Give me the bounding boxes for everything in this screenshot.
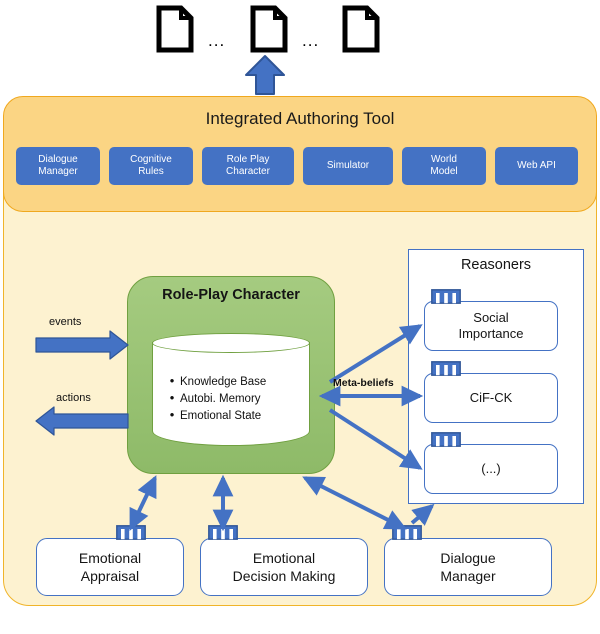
reasoner-box-other[interactable]: (...) (424, 444, 558, 494)
reasoner-box-cif-ck[interactable]: CiF-CK (424, 373, 558, 423)
reasoners-title: Reasoners (460, 257, 532, 273)
plug-connector-icon (208, 525, 238, 540)
integrated-authoring-tool-panel: Integrated Authoring Tool Dialogue Manag… (3, 96, 597, 212)
knowledge-item-label: Autobi. Memory (180, 393, 261, 405)
list-item: • Autobi. Memory (164, 390, 308, 407)
module-box-dialogue-manager[interactable]: Dialogue Manager (384, 538, 552, 596)
module-box-emotional-appraisal[interactable]: Emotional Appraisal (36, 538, 184, 596)
authoring-tool-button-row: Dialogue Manager Cognitive Rules Role Pl… (16, 146, 584, 186)
knowledge-items-list: • Knowledge Base • Autobi. Memory • Emot… (164, 373, 308, 424)
plug-connector-icon (116, 525, 146, 540)
knowledge-item-label: Emotional State (180, 410, 262, 422)
upward-export-arrow-icon (243, 54, 287, 96)
tool-button-world-model[interactable]: World Model (402, 147, 486, 185)
meta-beliefs-label: Meta-beliefs (333, 377, 394, 389)
plug-connector-icon (431, 432, 461, 447)
reasoner-box-social-importance[interactable]: Social Importance (424, 301, 558, 351)
document-icon (156, 5, 194, 53)
list-item: • Knowledge Base (164, 373, 308, 390)
authoring-tool-title: Integrated Authoring Tool (205, 109, 395, 128)
bullet-icon: • (169, 407, 175, 422)
bullet-icon: • (169, 373, 175, 388)
document-icon (250, 5, 288, 53)
tool-button-simulator[interactable]: Simulator (303, 147, 393, 185)
tool-button-role-play-character[interactable]: Role Play Character (202, 147, 294, 185)
module-box-emotional-decision-making[interactable]: Emotional Decision Making (200, 538, 368, 596)
actions-label: actions (56, 392, 91, 404)
plug-connector-icon (431, 289, 461, 304)
bullet-icon: • (169, 390, 175, 405)
plug-connector-icon (392, 525, 422, 540)
tool-button-cognitive-rules[interactable]: Cognitive Rules (109, 147, 193, 185)
documents-ellipsis-1: ... (208, 31, 226, 50)
cylinder-top-ellipse (152, 333, 310, 353)
tool-button-web-api[interactable]: Web API (495, 147, 578, 185)
plug-connector-icon (431, 361, 461, 376)
events-label: events (49, 316, 82, 328)
knowledge-item-label: Knowledge Base (180, 376, 267, 388)
document-icon (342, 5, 380, 53)
documents-ellipsis-2: ... (302, 31, 320, 50)
list-item: • Emotional State (164, 407, 308, 424)
role-play-character-title: Role-Play Character (162, 287, 300, 303)
tool-button-dialogue-manager[interactable]: Dialogue Manager (16, 147, 100, 185)
knowledge-cylinder: • Knowledge Base • Autobi. Memory • Emot… (152, 333, 310, 446)
generated-documents-group: ... ... (150, 2, 390, 56)
diagram-canvas: ... ... Integrated Authoring Tool Dialog… (0, 0, 600, 634)
